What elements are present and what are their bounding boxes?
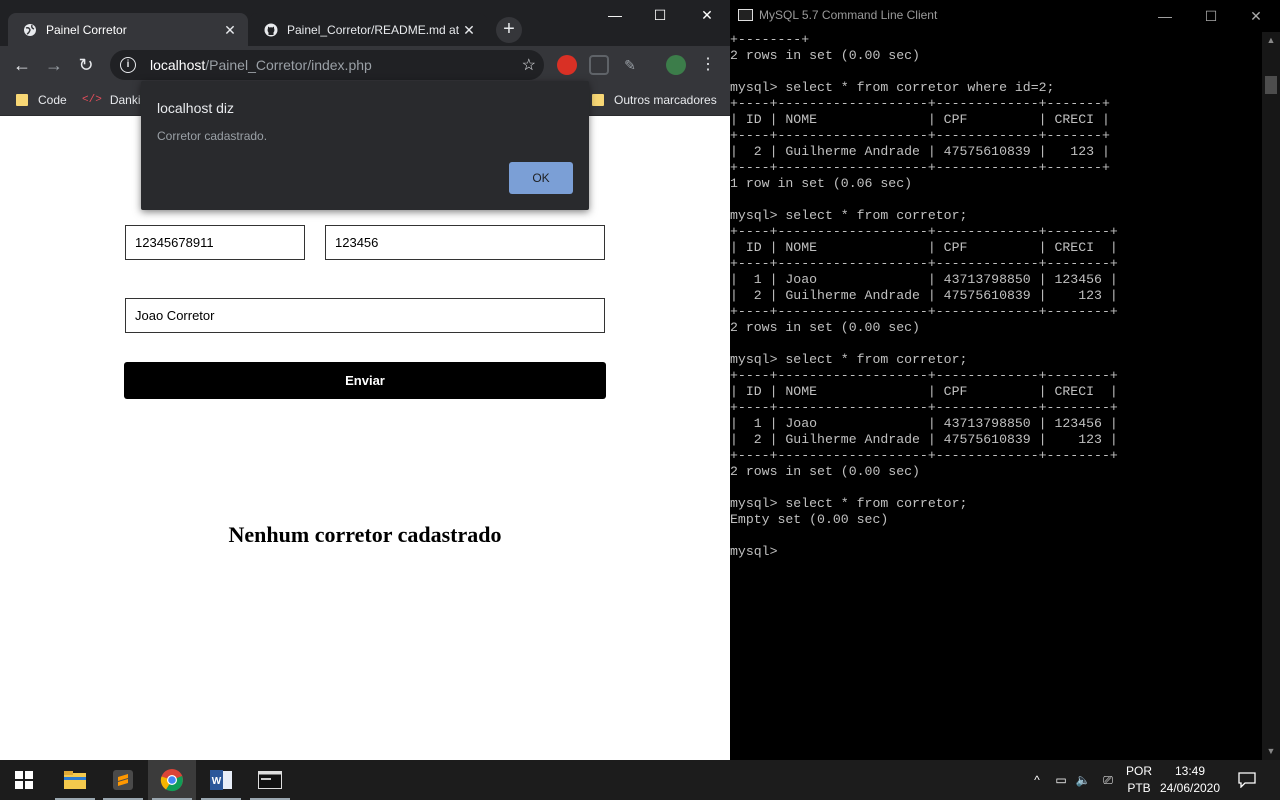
menu-icon[interactable]: ⋮ [698,55,718,75]
code-icon: </> [82,94,102,106]
bookmark-code[interactable]: Code [16,91,67,109]
tab-readme[interactable]: Painel_Corretor/README.md at m ✕ [249,13,487,46]
window-extension-icon[interactable] [589,55,609,75]
chrome-taskbar-item[interactable] [148,760,196,800]
chrome-window: Painel Corretor ✕ Painel_Corretor/README… [0,0,730,760]
battery-icon[interactable]: ▭ [1052,760,1070,800]
language-indicator[interactable]: POR PTB [1124,763,1154,797]
close-tab-icon[interactable]: ✕ [222,22,238,38]
globe-icon [22,22,38,38]
bookmark-danki[interactable]: </> Danki [82,91,141,109]
word-taskbar-item[interactable]: W [197,760,245,800]
windows-icon [15,771,33,789]
alert-dialog: localhost diz Corretor cadastrado. OK [141,81,589,210]
console-output[interactable]: +--------+ 2 rows in set (0.00 sec) mysq… [730,32,1262,760]
folder-icon [16,94,28,106]
close-window-icon[interactable]: ✕ [1241,6,1271,26]
back-icon[interactable]: ← [10,53,34,77]
taskbar: W ^ ▭ 🔈 ⎚ POR PTB 13:49 24/06/2020 [0,760,1280,800]
console-icon [258,771,282,789]
maximize-icon[interactable]: ☐ [645,4,675,26]
scrollbar[interactable]: ▲ ▼ [1262,32,1280,760]
bookmark-label: Danki [109,93,141,107]
keyboard-layout: PTB [1127,781,1151,795]
info-icon[interactable]: i [120,57,136,73]
maximize-icon[interactable]: ☐ [1196,6,1226,26]
volume-icon[interactable]: 🔈 [1074,760,1092,800]
clock-time: 13:49 [1174,764,1206,778]
minimize-icon[interactable]: — [600,4,630,26]
mysql-app-icon [738,9,753,21]
window-title: MySQL 5.7 Command Line Client [759,8,938,22]
alert-message: Corretor cadastrado. [157,129,268,143]
scroll-down-icon[interactable]: ▼ [1262,743,1280,760]
cpf-field[interactable]: 12345678911 [125,225,305,260]
reload-icon[interactable]: ↻ [74,53,98,77]
mysql-titlebar: MySQL 5.7 Command Line Client — ☐ ✕ [730,0,1280,31]
tab-label: Painel Corretor [46,22,127,37]
url-host: localhost [150,57,206,73]
github-icon [263,22,279,38]
submit-button[interactable]: Enviar [124,362,606,399]
language-code: POR [1125,764,1152,778]
bookmark-label: Outros marcadores [614,93,717,107]
close-window-icon[interactable]: ✕ [692,4,722,26]
bookmark-label: Code [38,93,67,107]
svg-text:W: W [212,776,222,787]
chrome-icon [160,769,183,792]
page-content: 12345678911 123456 Joao Corretor Enviar … [0,117,730,760]
bookmark-other[interactable]: Outros marcadores [592,91,717,109]
tray-chevron-icon[interactable]: ^ [1028,760,1046,800]
bookmark-star-icon[interactable]: ☆ [522,55,536,75]
avatar[interactable] [666,55,686,75]
nome-field[interactable]: Joao Corretor [125,298,605,333]
new-tab-button[interactable]: + [496,17,522,43]
url-path: /Painel_Corretor/index.php [205,57,372,73]
eyedropper-extension-icon[interactable]: ✎ [620,55,640,75]
mysql-window: MySQL 5.7 Command Line Client — ☐ ✕ +---… [730,0,1280,760]
alert-title: localhost diz [157,100,235,116]
folder-icon [592,94,604,106]
tab-label: Painel_Corretor/README.md at m [287,22,461,37]
stop-extension-icon[interactable] [557,55,577,75]
tab-strip: Painel Corretor ✕ Painel_Corretor/README… [0,0,730,46]
minimize-icon[interactable]: — [1150,6,1180,26]
creci-field[interactable]: 123456 [325,225,605,260]
scrollbar-thumb[interactable] [1265,76,1277,94]
ok-button[interactable]: OK [509,162,573,194]
sublime-text-icon [113,770,133,790]
address-bar[interactable]: i localhost/Painel_Corretor/index.php ☆ [110,50,544,80]
start-button[interactable] [0,760,48,800]
folder-icon [64,771,86,789]
clock-date: 24/06/2020 [1159,781,1221,795]
browser-toolbar: ← → ↻ i localhost/Painel_Corretor/index.… [0,46,730,84]
clock[interactable]: 13:49 24/06/2020 [1152,763,1228,797]
page-title: Nenhum corretor cadastrado [228,522,502,547]
close-tab-icon[interactable]: ✕ [461,22,477,38]
word-icon: W [210,770,232,790]
tab-painel-corretor[interactable]: Painel Corretor ✕ [8,13,248,46]
forward-icon[interactable]: → [42,53,66,77]
sublime-taskbar-item[interactable] [99,760,147,800]
file-explorer-taskbar-item[interactable] [51,760,99,800]
network-icon[interactable]: ⎚ [1098,760,1118,800]
notifications-icon[interactable] [1236,760,1258,800]
mysql-taskbar-item[interactable] [246,760,294,800]
scroll-up-icon[interactable]: ▲ [1262,32,1280,49]
